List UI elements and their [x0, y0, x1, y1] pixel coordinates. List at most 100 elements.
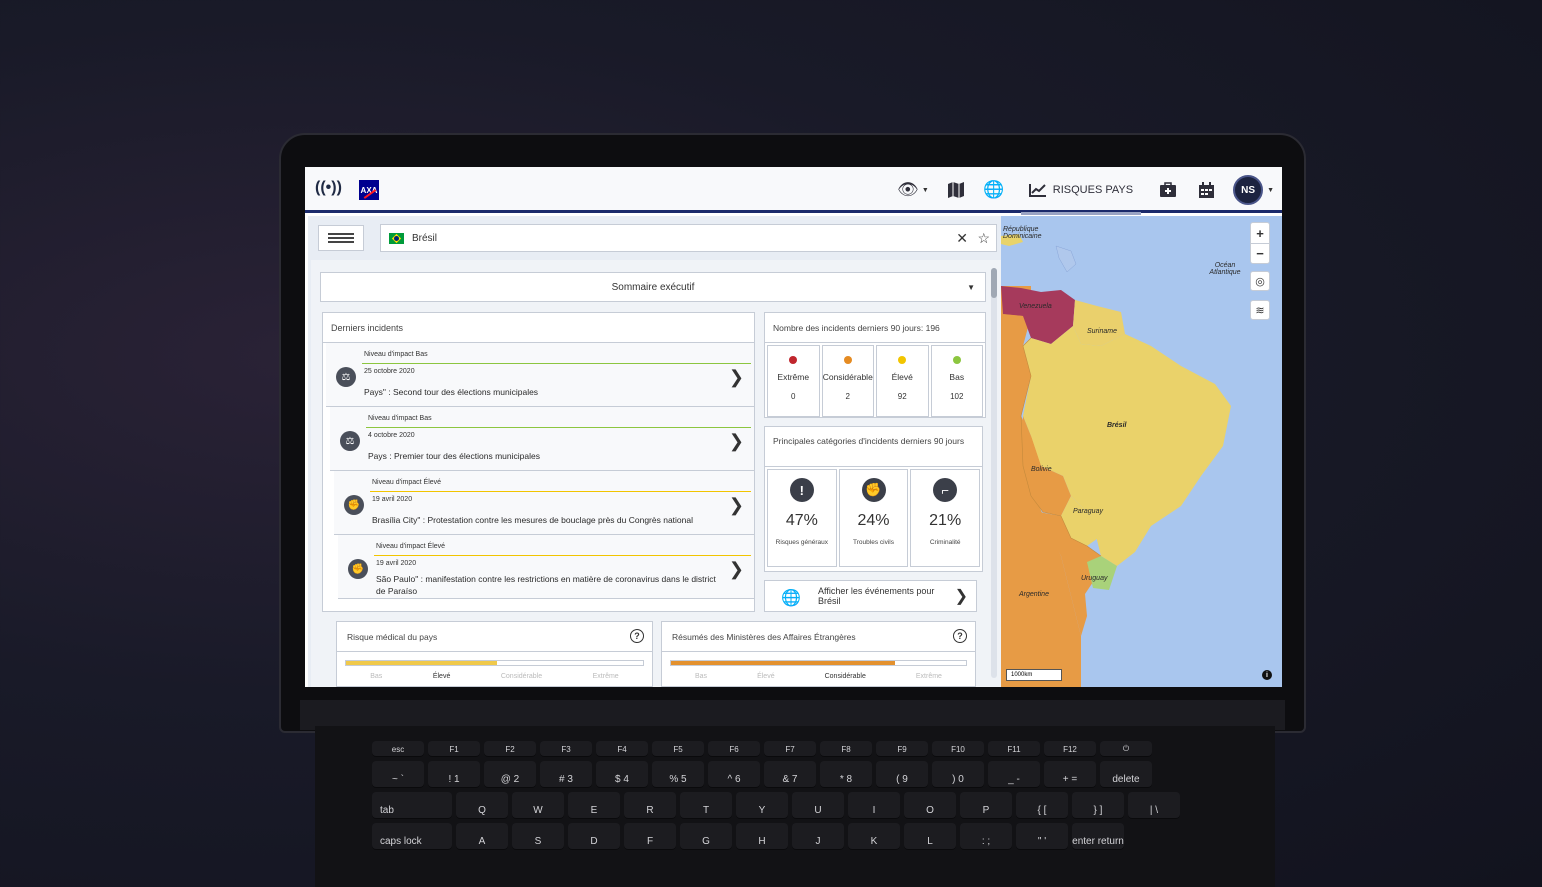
keyboard-key: F10 — [932, 741, 984, 757]
keyboard-key: $ 4 — [596, 761, 648, 788]
keyboard-key: F9 — [876, 741, 928, 757]
category-percent: 24% — [857, 512, 890, 529]
scale-label: Bas — [695, 673, 708, 680]
scale-label: Bas — [370, 673, 383, 680]
incident-item[interactable]: ✊ Niveau d'impact Élevé 19 avril 2020 Br… — [334, 471, 754, 535]
star-icon[interactable]: ☆ — [977, 230, 990, 247]
severity-label: Élevé — [891, 372, 913, 382]
keyboard-key: ! 1 — [428, 761, 480, 788]
map-label-ocean: Océan Atlantique — [1209, 262, 1241, 276]
incident-category[interactable]: ! 47% Risques généraux — [767, 469, 837, 567]
severity-count: 2 — [845, 392, 850, 401]
keyboard-key: % 5 — [652, 761, 704, 788]
panel-content: Sommaire exécutif ▼ Derniers incidents ⚖… — [311, 260, 1001, 687]
keyboard-key: S — [512, 823, 564, 850]
foreign-affairs-header: Résumés des Ministères des Affaires Étra… — [672, 632, 856, 642]
severity-dot — [843, 356, 852, 364]
keyboard-key: ) 0 — [932, 761, 984, 788]
keyboard-key: K — [848, 823, 900, 850]
keyboard-key: # 3 — [540, 761, 592, 788]
chevron-down-icon[interactable]: ▼ — [922, 187, 929, 194]
scrollbar[interactable] — [991, 268, 997, 678]
keyboard-key: F — [624, 823, 676, 850]
keyboard-key: ~ ` — [372, 761, 424, 788]
severity-count: 0 — [791, 392, 796, 401]
severity-dot — [898, 356, 907, 364]
show-events-label: Afficher les événements pour Brésil — [818, 586, 935, 606]
chevron-down-icon: ▼ — [967, 283, 975, 292]
keyboard-key: ^ 6 — [708, 761, 760, 788]
keyboard-key: ⏻ — [1100, 741, 1152, 757]
keyboard-key: F7 — [764, 741, 816, 757]
zoom-in-button[interactable]: + — [1251, 223, 1269, 243]
medical-risk-header: Risque médical du pays — [347, 632, 438, 642]
keyboard-key: enter return — [1072, 823, 1124, 850]
risk-country-tab[interactable]: RISQUES PAYS — [1020, 169, 1142, 215]
scale-label-active: Élevé — [432, 673, 451, 680]
map-label-paraguay: Paraguay — [1073, 508, 1103, 515]
incident-category[interactable]: ✊ 24% Troubles civils — [838, 469, 909, 567]
map-scale: 1000km — [1006, 669, 1062, 681]
scales-icon: ⚖ — [340, 431, 360, 451]
severity-level: Bas 102 — [930, 345, 983, 417]
incident-item[interactable]: ⚖ Niveau d'impact Bas 25 octobre 2020 Pa… — [326, 343, 754, 407]
impact-level-line — [374, 555, 751, 556]
chevron-right-icon: ❯ — [954, 588, 968, 605]
keyboard-key: R — [624, 792, 676, 819]
chevron-right-icon[interactable]: ❯ — [729, 559, 744, 580]
keyboard-key: F12 — [1044, 741, 1096, 757]
keyboard-key: Q — [456, 792, 508, 819]
keyboard-key: G — [680, 823, 732, 850]
keyboard-key: F2 — [484, 741, 536, 757]
country-search-field[interactable]: Brésil ✕ ☆ — [380, 224, 997, 252]
info-icon[interactable]: i — [1262, 670, 1272, 680]
category-label: Criminalité — [929, 539, 961, 546]
globe-icon: 🌐 — [781, 590, 801, 607]
category-percent: 21% — [929, 512, 962, 529]
chevron-right-icon[interactable]: ❯ — [729, 367, 744, 388]
medical-kit-icon[interactable] — [1157, 179, 1179, 201]
globe-icon[interactable]: 🌐 — [983, 179, 1005, 201]
broadcast-icon[interactable]: ((•)) — [315, 179, 342, 197]
executive-summary-label: Sommaire exécutif — [611, 281, 695, 293]
chevron-right-icon[interactable]: ❯ — [729, 431, 744, 452]
locate-icon[interactable]: ◎ — [1250, 271, 1270, 291]
close-icon[interactable]: ✕ — [956, 230, 968, 247]
zoom-out-button[interactable]: − — [1251, 243, 1269, 263]
keyboard-key: esc — [372, 741, 424, 757]
impact-level-line — [366, 427, 751, 428]
menu-button[interactable] — [318, 225, 364, 251]
keyboard-key: E — [568, 792, 620, 819]
severity-level: Considérable 2 — [821, 345, 874, 417]
risk-map[interactable]: République Dominicaine Océan Atlantique … — [1001, 216, 1282, 687]
incident-date: 25 octobre 2020 — [364, 368, 415, 375]
show-events-button[interactable]: 🌐 Afficher les événements pour Brésil ❯ — [764, 580, 977, 612]
incident-item[interactable]: ⚖ Niveau d'impact Bas 4 octobre 2020 Pay… — [330, 407, 754, 471]
impact-level-line — [362, 363, 751, 364]
keyboard-key: O — [904, 792, 956, 819]
chevron-right-icon[interactable]: ❯ — [729, 495, 744, 516]
eye-icon[interactable]: 👁 — [897, 179, 919, 201]
layers-icon[interactable]: ≋ — [1250, 300, 1270, 320]
keyboard-key: T — [680, 792, 732, 819]
gun-icon: ⌐ — [933, 478, 958, 502]
map-label-uruguay: Uruguay — [1081, 575, 1108, 582]
incident-date: 4 octobre 2020 — [368, 432, 415, 439]
calendar-icon[interactable] — [1195, 179, 1217, 201]
top-navigation-bar: ((•)) AXA 👁 ▼ 🌐 RISQUES PAYS NS ▼ — [305, 167, 1282, 215]
incident-level: Niveau d'impact Bas — [364, 351, 428, 358]
axa-logo: AXA — [359, 180, 379, 200]
keyboard-key: delete — [1100, 761, 1152, 788]
chevron-down-icon[interactable]: ▼ — [1267, 187, 1274, 194]
map-icon[interactable] — [945, 179, 967, 201]
incident-category[interactable]: ⌐ 21% Criminalité — [910, 469, 981, 567]
incident-title: Pays : Premier tour des élections munici… — [368, 451, 540, 461]
medical-risk-card: Risque médical du pays ? Bas Élevé Consi… — [336, 621, 653, 687]
help-icon[interactable]: ? — [630, 629, 644, 643]
help-icon[interactable]: ? — [953, 629, 967, 643]
nav-icons: 👁 ▼ 🌐 RISQUES PAYS NS ▼ — [897, 167, 1274, 215]
incident-item[interactable]: ✊ Niveau d'impact Élevé 19 avril 2020 Sã… — [338, 535, 754, 599]
executive-summary-dropdown[interactable]: Sommaire exécutif ▼ — [320, 272, 986, 302]
keyboard-key: Y — [736, 792, 788, 819]
user-avatar[interactable]: NS — [1233, 175, 1264, 205]
